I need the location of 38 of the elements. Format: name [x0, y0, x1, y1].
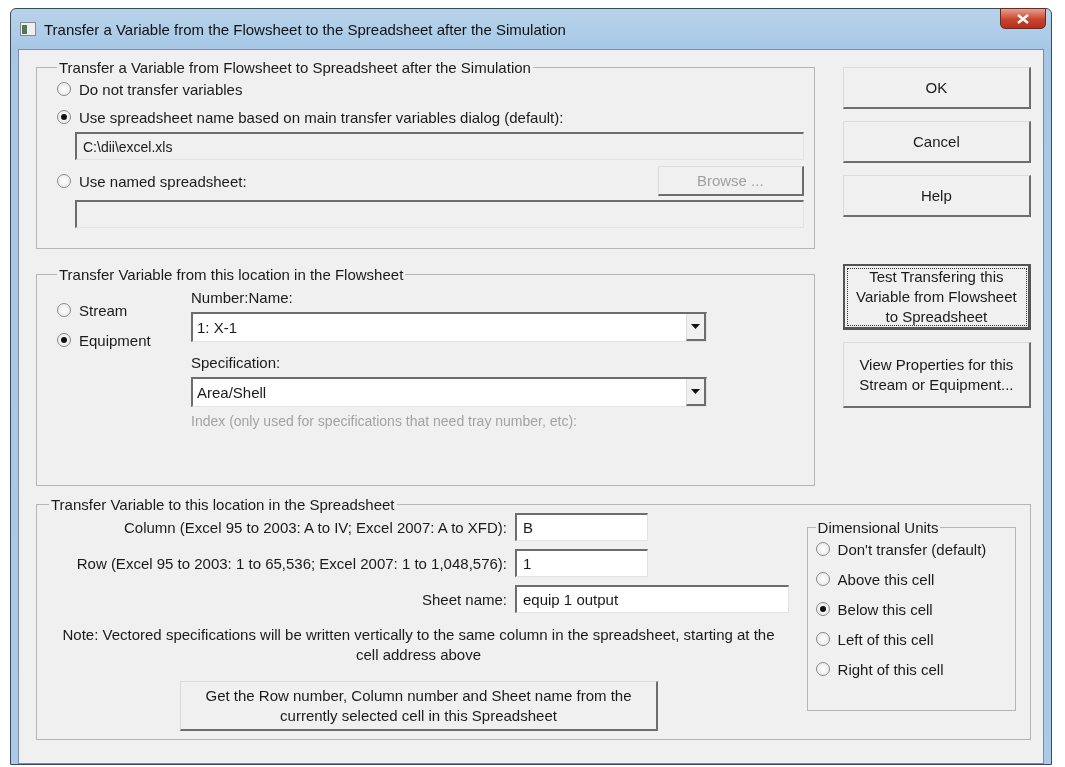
radio-button[interactable]: Equipment [57, 329, 161, 351]
dialog-button[interactable]: View Properties for this Stream or Equipment... [842, 342, 1031, 408]
window-title: Transfer a Variable from the Flowsheet to the Spreadsheet after the Simulation [44, 20, 566, 38]
dialog-button[interactable]: Help [842, 175, 1031, 217]
dialog-button[interactable]: Test Transfering this Variable from Flowsheet to Spreadsheet [842, 264, 1031, 330]
dialog-button[interactable]: Cancel [842, 121, 1031, 163]
group-title: Transfer Variable to this location in the Spreadsheet [50, 496, 396, 513]
radio-button[interactable]: Don't transfer (default) [815, 538, 1005, 560]
field-label: Row (Excel 95 to 2003: 1 to 65,536; Excel 2007: 1 to 1,048,576): [75, 554, 507, 572]
input-field[interactable]: equip 1 output [515, 585, 789, 613]
input-field[interactable]: B [515, 513, 648, 541]
window-icon [20, 22, 36, 36]
close-icon [1017, 13, 1029, 24]
dropdown-field[interactable]: 1: X-1 [191, 312, 707, 342]
radio-button[interactable]: Use named spreadsheet: [57, 170, 247, 192]
field-label: Sheet name: [420, 590, 507, 608]
radio-button[interactable]: Above this cell [815, 568, 1005, 590]
field-label: Number:Name: [191, 289, 294, 306]
radio-button[interactable]: Use spreadsheet name based on main transfer variables dialog (default): [57, 106, 564, 128]
field-label: Specification: [191, 354, 282, 371]
radio-button[interactable]: Left of this cell [815, 628, 1005, 650]
radio-button[interactable]: Right of this cell [815, 658, 1005, 680]
dialog-button[interactable]: OK [842, 67, 1031, 109]
caret-icon [691, 324, 700, 329]
caret-icon [691, 389, 700, 394]
dropdown-field[interactable]: Area/Shell [191, 377, 707, 407]
input-field[interactable]: 1 [515, 549, 648, 577]
group-title: Dimensional Units [816, 519, 940, 536]
group-title: Transfer Variable from this location in the Flowsheet [58, 266, 405, 283]
radio-button[interactable]: Stream [57, 299, 161, 321]
get-cell-button[interactable]: Get the Row number, Column number and Sheet name from the currently selected cell in this Spreadsheet [180, 681, 658, 731]
radio-button[interactable]: Below this cell [815, 598, 1005, 620]
index-label: Index (only used for specifications that need tray number, etc): [191, 413, 578, 429]
field-label: Column (Excel 95 to 2003: A to IV; Excel 2007: A to XFD): [123, 518, 507, 536]
note-text: Note: Vectored specifications will be written vertically to the same column in the spreadsheet, starting at the cell address above [61, 625, 776, 665]
close-button[interactable] [1000, 8, 1046, 29]
group-title: Transfer a Variable from Flowsheet to Spreadsheet after the Simulation [58, 59, 532, 76]
radio-button[interactable]: Do not transfer variables [57, 78, 243, 100]
